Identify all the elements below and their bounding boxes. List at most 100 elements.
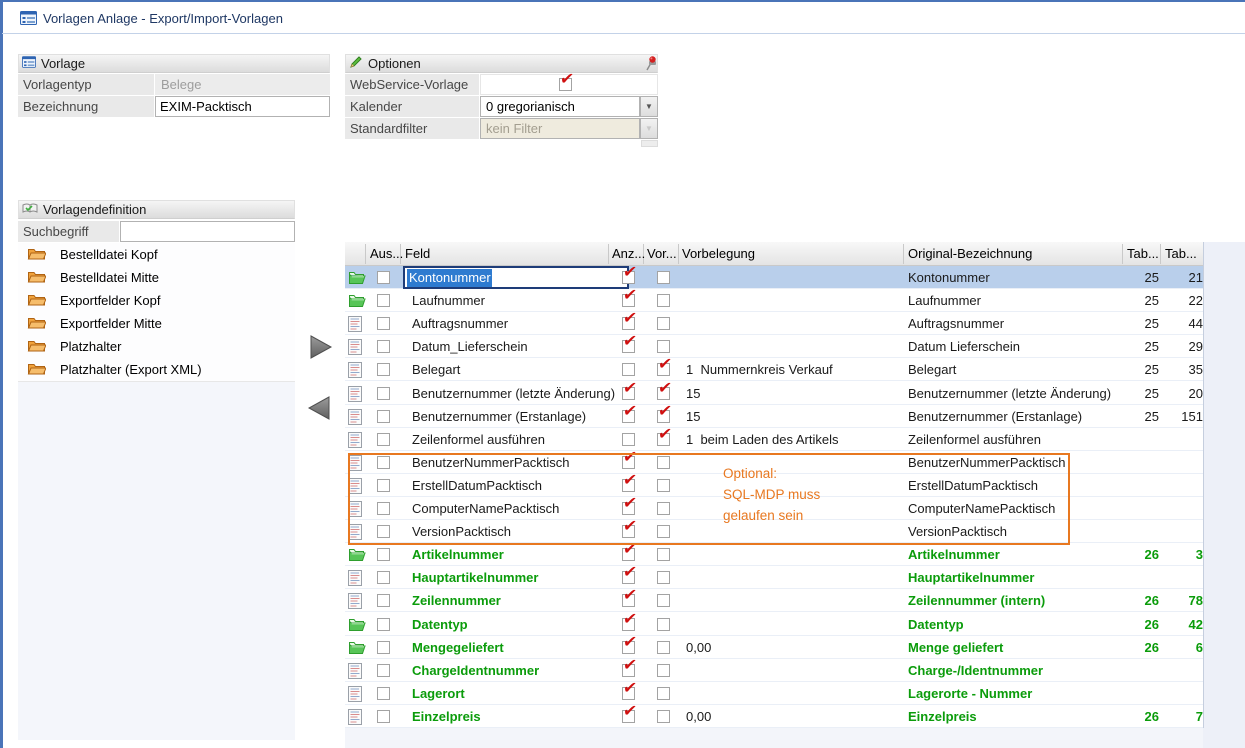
vorbelegung-checkbox[interactable]: [657, 294, 670, 307]
vorbelegung-checkbox[interactable]: [657, 317, 670, 330]
table-row[interactable]: ChargeIdentnummer✔Charge-/Identnummer: [345, 659, 1203, 682]
anzeigen-checkbox[interactable]: ✔: [622, 479, 635, 492]
aus-checkbox[interactable]: [377, 548, 390, 561]
vorbelegung-checkbox[interactable]: ✔: [657, 363, 670, 376]
table-row[interactable]: Datentyp✔Datentyp2642: [345, 613, 1203, 636]
anzeigen-checkbox[interactable]: ✔: [622, 410, 635, 423]
table-row[interactable]: Benutzernummer (letzte Änderung)✔✔15Benu…: [345, 382, 1203, 405]
table-row[interactable]: Datum_Lieferschein✔Datum Lieferschein252…: [345, 335, 1203, 358]
feld-cell[interactable]: Hauptartikelnummer: [412, 570, 538, 585]
vorbelegung-checkbox[interactable]: [657, 502, 670, 515]
table-row[interactable]: Benutzernummer (Erstanlage)✔✔15Benutzern…: [345, 405, 1203, 428]
feld-cell[interactable]: Benutzernummer (Erstanlage): [412, 409, 586, 424]
folder-item[interactable]: Exportfelder Kopf: [18, 289, 295, 313]
webservice-checkbox[interactable]: ✔: [559, 78, 572, 91]
aus-checkbox[interactable]: [377, 317, 390, 330]
vorbelegung-checkbox[interactable]: [657, 687, 670, 700]
aus-checkbox[interactable]: [377, 271, 390, 284]
aus-checkbox[interactable]: [377, 294, 390, 307]
aus-checkbox[interactable]: [377, 571, 390, 584]
anzeigen-checkbox[interactable]: ✔: [622, 571, 635, 584]
anzeigen-checkbox[interactable]: ✔: [622, 710, 635, 723]
vorbelegung-checkbox[interactable]: ✔: [657, 410, 670, 423]
anzeigen-checkbox[interactable]: ✔: [622, 618, 635, 631]
vorbelegung-checkbox[interactable]: [657, 271, 670, 284]
pushpin-icon[interactable]: [644, 56, 658, 74]
vorbelegung-checkbox[interactable]: ✔: [657, 433, 670, 446]
vorbelegung-checkbox[interactable]: [657, 456, 670, 469]
feld-cell[interactable]: Belegart: [412, 362, 460, 377]
kalender-select[interactable]: 0 gregorianisch: [480, 96, 640, 117]
aus-checkbox[interactable]: [377, 710, 390, 723]
folder-item[interactable]: Platzhalter: [18, 335, 295, 359]
vorbelegung-checkbox[interactable]: [657, 525, 670, 538]
kalender-dropdown-button[interactable]: ▼: [640, 96, 658, 117]
aus-checkbox[interactable]: [377, 340, 390, 353]
table-row[interactable]: Artikelnummer✔Artikelnummer263: [345, 543, 1203, 566]
feld-cell[interactable]: VersionPacktisch: [412, 524, 511, 539]
vorbelegung-checkbox[interactable]: [657, 618, 670, 631]
aus-checkbox[interactable]: [377, 456, 390, 469]
aus-checkbox[interactable]: [377, 618, 390, 631]
table-row[interactable]: Zeilennummer✔Zeilennummer (intern)2678: [345, 589, 1203, 612]
anzeigen-checkbox[interactable]: ✔: [622, 502, 635, 515]
folder-item[interactable]: Bestelldatei Kopf: [18, 243, 295, 267]
column-header-tab1[interactable]: Tab...: [1127, 246, 1159, 261]
feld-cell[interactable]: Mengegeliefert: [412, 640, 504, 655]
folder-item[interactable]: Platzhalter (Export XML): [18, 358, 295, 382]
anzeigen-checkbox[interactable]: ✔: [622, 525, 635, 538]
table-row[interactable]: Belegart✔1 Nummernkreis VerkaufBelegart2…: [345, 358, 1203, 381]
vorbelegung-checkbox[interactable]: [657, 664, 670, 677]
feld-cell[interactable]: Einzelpreis: [412, 709, 481, 724]
aus-checkbox[interactable]: [377, 594, 390, 607]
feld-cell[interactable]: ErstellDatumPacktisch: [412, 478, 542, 493]
table-row[interactable]: Lagerort✔Lagerorte - Nummer: [345, 682, 1203, 705]
vorbelegung-checkbox[interactable]: [657, 710, 670, 723]
feld-cell[interactable]: BenutzerNummerPacktisch: [412, 455, 570, 470]
table-row[interactable]: Mengegeliefert✔0,00Menge geliefert266: [345, 636, 1203, 659]
feld-cell[interactable]: Zeilenformel ausführen: [412, 432, 545, 447]
anzeigen-checkbox[interactable]: ✔: [622, 641, 635, 654]
aus-checkbox[interactable]: [377, 387, 390, 400]
table-row[interactable]: Auftragsnummer✔Auftragsnummer2544: [345, 312, 1203, 335]
vorbelegung-checkbox[interactable]: [657, 479, 670, 492]
vorbelegung-checkbox[interactable]: [657, 641, 670, 654]
column-header-vorbelegung[interactable]: Vorbelegung: [682, 246, 755, 261]
column-header-original-bezeichnung[interactable]: Original-Bezeichnung: [908, 246, 1032, 261]
anzeigen-checkbox[interactable]: ✔: [622, 548, 635, 561]
column-header-aus[interactable]: Aus...: [370, 246, 403, 261]
aus-checkbox[interactable]: [377, 502, 390, 515]
feld-cell[interactable]: Auftragsnummer: [412, 316, 508, 331]
move-right-arrow-button[interactable]: [307, 334, 333, 360]
feld-cell[interactable]: ComputerNamePacktisch: [412, 501, 559, 516]
column-header-feld[interactable]: Feld: [405, 246, 430, 261]
anzeigen-checkbox[interactable]: ✔: [622, 340, 635, 353]
vorbelegung-checkbox[interactable]: [657, 594, 670, 607]
aus-checkbox[interactable]: [377, 479, 390, 492]
feld-cell[interactable]: Zeilennummer: [412, 593, 501, 608]
feld-edit-cell[interactable]: Kontonummer: [403, 266, 629, 289]
anzeigen-checkbox[interactable]: ✔: [622, 294, 635, 307]
aus-checkbox[interactable]: [377, 410, 390, 423]
feld-cell[interactable]: Benutzernummer (letzte Änderung): [412, 386, 615, 401]
anzeigen-checkbox[interactable]: ✔: [622, 317, 635, 330]
column-header-anz[interactable]: Anz...: [612, 246, 645, 261]
anzeigen-checkbox[interactable]: ✔: [622, 687, 635, 700]
aus-checkbox[interactable]: [377, 433, 390, 446]
aus-checkbox[interactable]: [377, 641, 390, 654]
aus-checkbox[interactable]: [377, 664, 390, 677]
aus-checkbox[interactable]: [377, 687, 390, 700]
feld-cell[interactable]: Laufnummer: [412, 293, 485, 308]
anzeigen-checkbox[interactable]: [622, 433, 635, 446]
aus-checkbox[interactable]: [377, 363, 390, 376]
anzeigen-checkbox[interactable]: ✔: [622, 664, 635, 677]
folder-item[interactable]: Exportfelder Mitte: [18, 312, 295, 336]
vorbelegung-checkbox[interactable]: ✔: [657, 387, 670, 400]
anzeigen-checkbox[interactable]: ✔: [622, 387, 635, 400]
feld-cell[interactable]: Lagerort: [412, 686, 465, 701]
suchbegriff-input[interactable]: [120, 221, 295, 242]
anzeigen-checkbox[interactable]: [622, 363, 635, 376]
vorbelegung-checkbox[interactable]: [657, 548, 670, 561]
feld-cell[interactable]: Datum_Lieferschein: [412, 339, 528, 354]
anzeigen-checkbox[interactable]: ✔: [622, 456, 635, 469]
